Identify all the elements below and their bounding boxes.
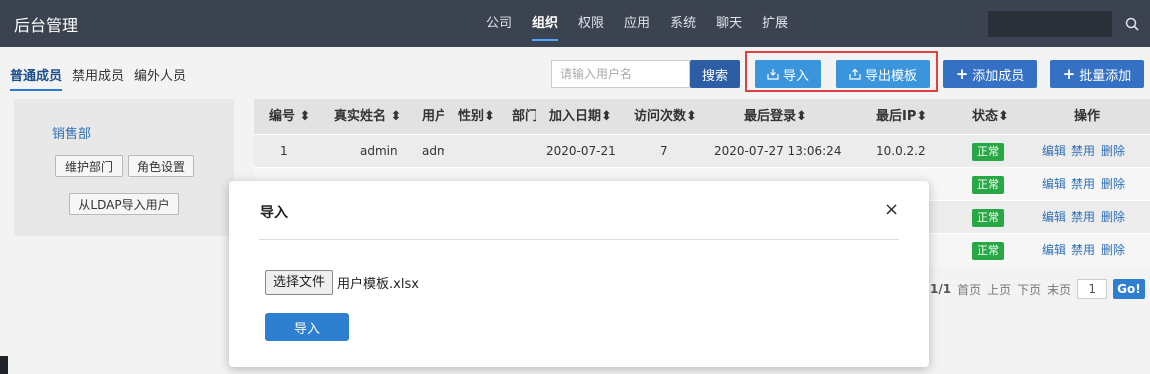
global-search-input[interactable] [988,11,1112,37]
maintain-department-button[interactable]: 维护部门 [55,155,123,177]
top-bar: 后台管理 公司 组织 权限 应用 系统 聊天 扩展 [0,0,1150,47]
nav-item-permissions[interactable]: 权限 [568,0,614,47]
nav-item-extensions[interactable]: 扩展 [752,0,798,47]
batch-add-button-label: 批量添加 [1079,68,1132,84]
edit-link[interactable]: 编辑 [1042,234,1066,267]
table-row: 1 admin admin 2020-07-21 7 2020-07-27 13… [254,134,1150,167]
export-template-button[interactable]: 导出模板 [836,60,930,88]
page-number-input[interactable] [1077,279,1108,299]
disable-link[interactable]: 禁用 [1071,201,1095,234]
column-header-actions: 操作 [1074,109,1101,124]
corner-marker [0,356,8,374]
last-page-link[interactable]: 末页 [1047,281,1071,298]
member-tabs: 普通成员 禁用成员 编外人员 [10,65,186,91]
column-header-gender[interactable]: 性别⬍ [458,99,495,134]
import-submit-button[interactable]: 导入 [265,313,349,341]
column-header-last-login[interactable]: 最后登录⬍ [744,99,807,134]
nav-item-apps[interactable]: 应用 [614,0,660,47]
column-header-real-name[interactable]: 真实姓名 ⬍ [334,99,401,134]
column-header-id[interactable]: 编号 ⬍ [269,99,310,134]
dialog-divider [259,239,899,240]
import-submit-label: 导入 [293,321,320,337]
add-member-button[interactable]: + 添加成员 [943,60,1037,88]
plus-icon: + [955,65,969,83]
column-header-user[interactable]: 用户 [422,99,444,134]
status-badge: 正常 [972,143,1004,161]
column-header-join-date[interactable]: 加入日期⬍ [549,99,612,134]
cell-user: admin [422,144,444,158]
plus-icon: + [1062,65,1076,83]
page-info: 1/1 [930,282,952,296]
tab-external-staff[interactable]: 编外人员 [134,65,186,91]
go-button[interactable]: Go! [1113,279,1145,299]
nav-item-system[interactable]: 系统 [660,0,706,47]
prev-page-link[interactable]: 上页 [987,281,1011,298]
nav-item-company[interactable]: 公司 [476,0,522,47]
edit-link[interactable]: 编辑 [1042,168,1066,201]
global-search-button[interactable] [1114,11,1150,37]
search-button[interactable]: 搜索 [690,60,740,88]
pagination: 1/1 首页 上页 下页 末页 Go! [930,279,1145,299]
department-name[interactable]: 销售部 [52,123,91,142]
username-search-input[interactable] [551,60,690,88]
edit-link[interactable]: 编辑 [1042,135,1066,168]
choose-file-button[interactable]: 选择文件 [265,270,334,295]
import-icon [767,69,779,80]
selected-file-name: 用户模板.xlsx [337,277,419,292]
department-panel: 销售部 维护部门 角色设置 从LDAP导入用户 [14,99,234,236]
cell-real-name: admin [360,144,398,158]
next-page-link[interactable]: 下页 [1017,281,1041,298]
status-badge: 正常 [972,209,1004,227]
delete-link[interactable]: 删除 [1101,168,1125,201]
search-icon [1125,17,1139,31]
status-badge: 正常 [972,242,1004,260]
status-badge: 正常 [972,176,1004,194]
tab-regular-members[interactable]: 普通成员 [10,65,63,91]
cell-last-ip: 10.0.2.2 [876,144,926,158]
cell-id: 1 [280,144,288,158]
nav-item-organization[interactable]: 组织 [522,0,568,47]
batch-add-button[interactable]: + 批量添加 [1050,60,1144,88]
dialog-title: 导入 [260,205,288,221]
import-dialog: 导入 × 选择文件 用户模板.xlsx 导入 [229,181,929,367]
cell-visits: 7 [660,144,668,158]
tab-disabled-members[interactable]: 禁用成员 [72,65,124,91]
cell-join-date: 2020-07-21 [546,144,616,158]
column-header-department[interactable]: 部门 [512,99,536,134]
export-template-button-label: 导出模板 [864,68,917,84]
nav-item-chat[interactable]: 聊天 [706,0,752,47]
search-button-label: 搜索 [701,68,728,84]
import-button-label: 导入 [782,68,809,84]
column-header-last-ip[interactable]: 最后IP⬍ [876,99,927,134]
delete-link[interactable]: 删除 [1101,135,1125,168]
add-member-button-label: 添加成员 [972,68,1025,84]
import-button[interactable]: 导入 [755,60,821,88]
edit-link[interactable]: 编辑 [1042,201,1066,234]
main-nav: 公司 组织 权限 应用 系统 聊天 扩展 [476,0,798,47]
ldap-import-button[interactable]: 从LDAP导入用户 [69,193,179,215]
delete-link[interactable]: 删除 [1101,201,1125,234]
first-page-link[interactable]: 首页 [957,281,981,298]
column-header-visits[interactable]: 访问次数⬍ [634,99,697,134]
disable-link[interactable]: 禁用 [1071,135,1095,168]
column-header-status[interactable]: 状态⬍ [972,99,1009,134]
role-settings-button[interactable]: 角色设置 [128,155,194,177]
export-icon [849,68,861,80]
disable-link[interactable]: 禁用 [1071,234,1095,267]
table-header: 编号 ⬍ 真实姓名 ⬍ 用户 性别⬍ 部门 加入日期⬍ 访问次数⬍ 最后登录⬍ … [254,99,1150,134]
cell-last-login: 2020-07-27 13:06:24 [714,144,842,158]
delete-link[interactable]: 删除 [1101,234,1125,267]
close-icon[interactable]: × [884,199,899,220]
app-title: 后台管理 [14,16,79,35]
disable-link[interactable]: 禁用 [1071,168,1095,201]
